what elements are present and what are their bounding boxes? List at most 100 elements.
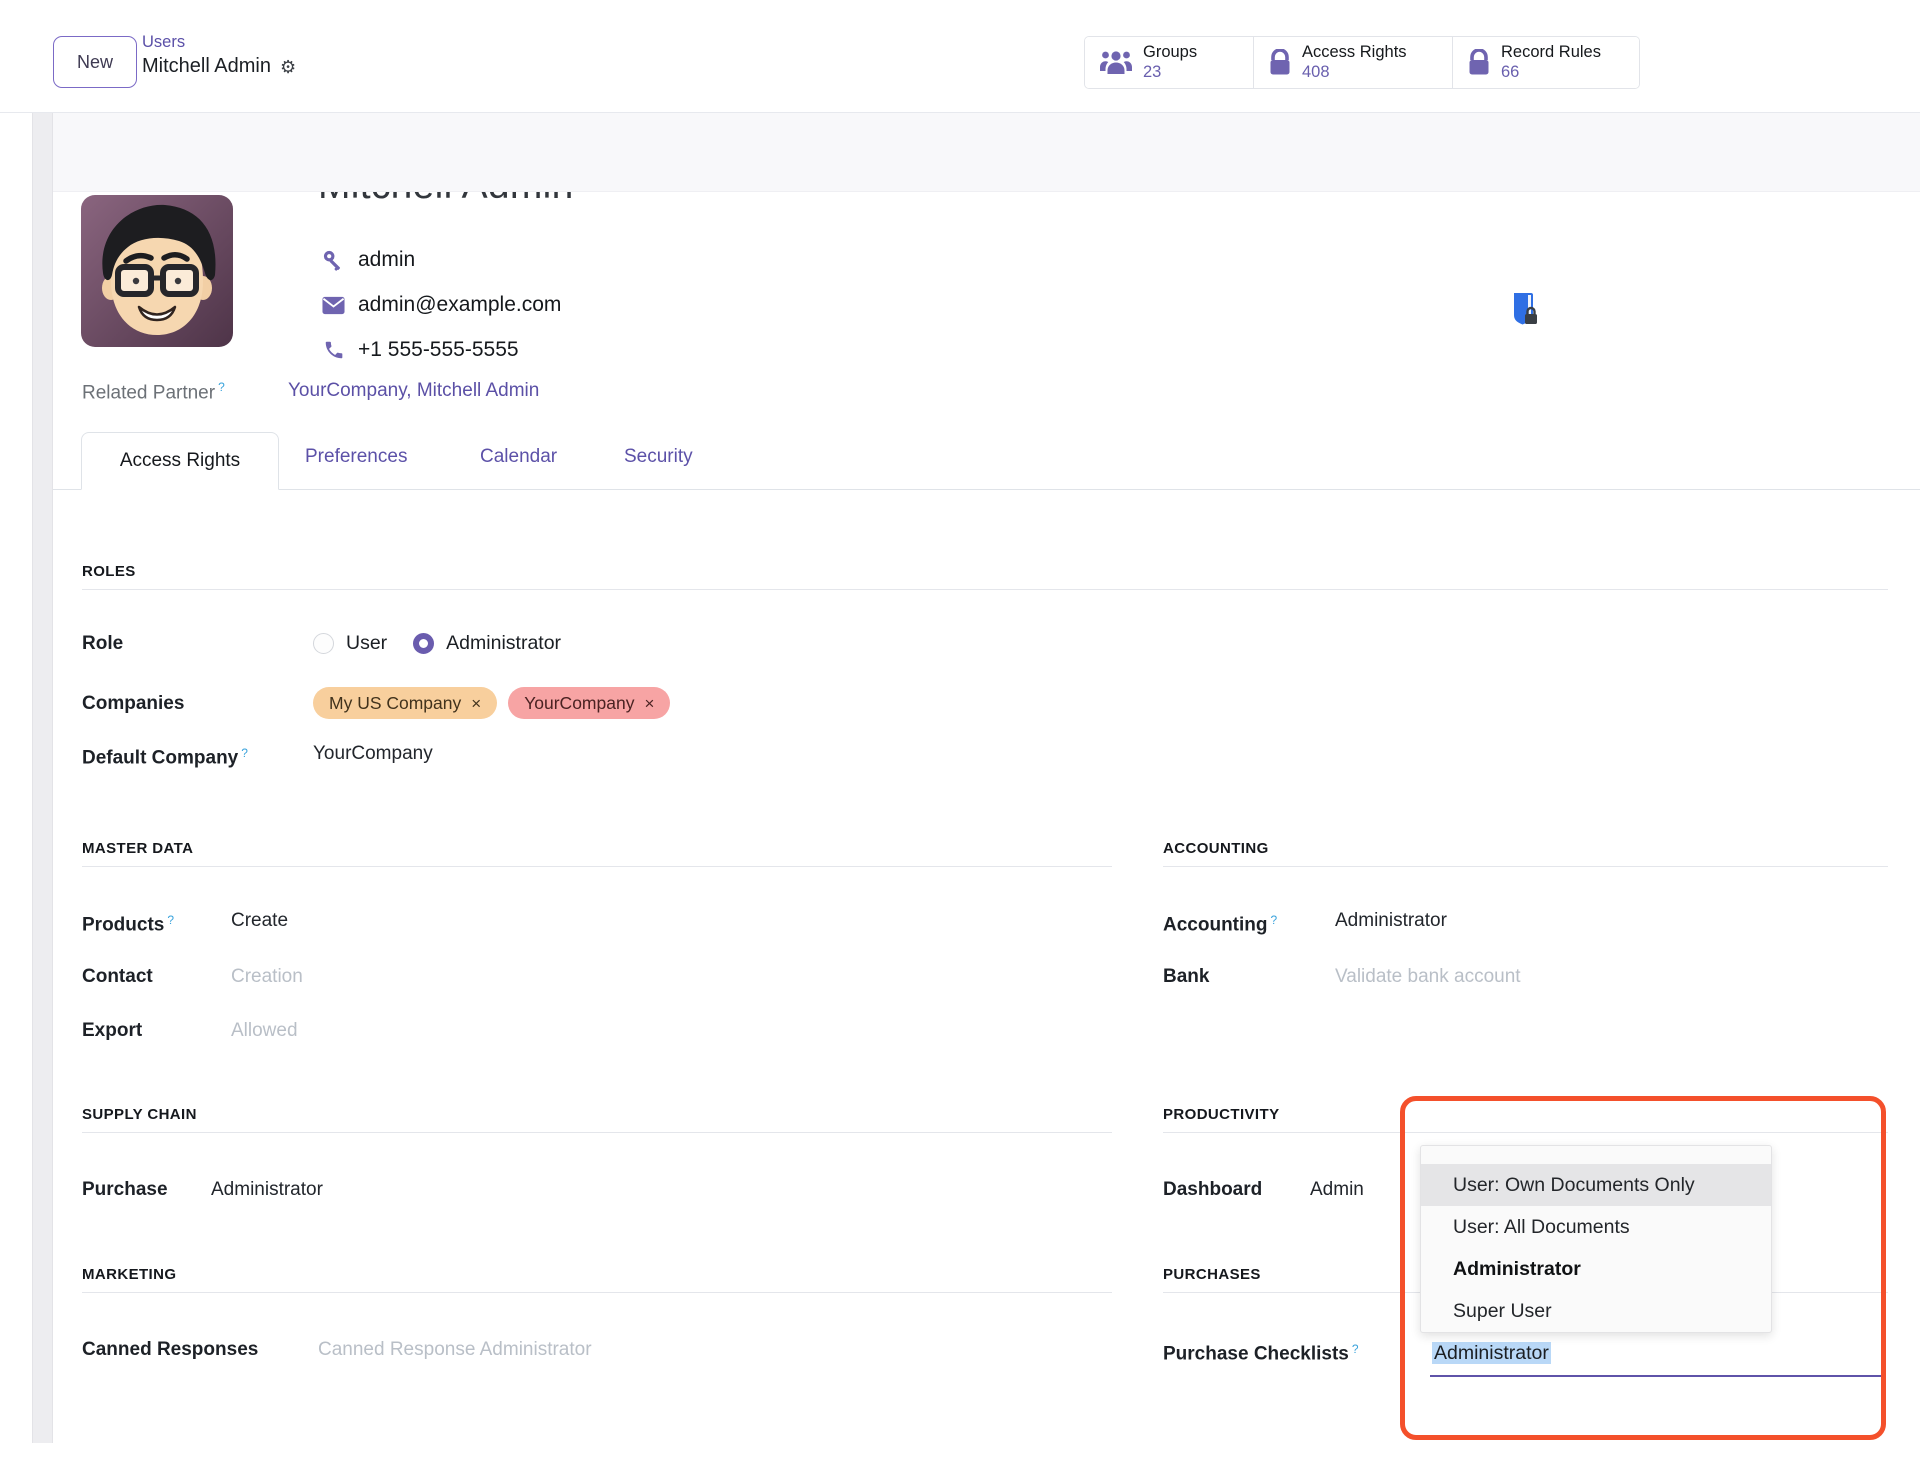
dropdown-item[interactable]: User: Own Documents Only [1421, 1164, 1771, 1206]
section-title-accounting: ACCOUNTING [1163, 840, 1269, 857]
help-icon: ? [167, 913, 174, 927]
default-company-value[interactable]: YourCompany [313, 740, 433, 767]
new-button[interactable]: New [53, 36, 137, 88]
section-divider [1163, 866, 1888, 867]
section-title-productivity: PRODUCTIVITY [1163, 1106, 1279, 1123]
email-row: admin@example.com [322, 291, 561, 319]
accounting-value[interactable]: Administrator [1335, 907, 1447, 934]
tab-calendar[interactable]: Calendar [480, 446, 557, 468]
section-title-marketing: MARKETING [82, 1266, 176, 1283]
bank-value[interactable]: Validate bank account [1335, 963, 1521, 990]
radio-administrator-label[interactable]: Administrator [446, 630, 561, 657]
lock-icon [1467, 49, 1491, 76]
stat-value: 408 [1302, 63, 1407, 82]
stat-buttons: Groups 23 Access Rights 408 Record Rul [1084, 36, 1640, 89]
dashboard-row: Dashboard Admin [1163, 1176, 1262, 1203]
phone-row: +1 555-555-5555 [322, 336, 519, 364]
stat-label: Groups [1143, 43, 1197, 62]
contact-row: Contact Creation [82, 963, 153, 990]
sheet-top-band [53, 113, 1920, 192]
products-label: Products [82, 914, 164, 935]
dropdown-item[interactable]: User: All Documents [1421, 1206, 1771, 1248]
section-divider [1163, 1132, 1888, 1133]
help-icon: ? [241, 746, 248, 760]
breadcrumb-record-title: Mitchell Admin [142, 55, 271, 78]
company-tag[interactable]: My US Company × [313, 687, 497, 719]
avatar[interactable] [81, 195, 233, 347]
section-title-master-data: MASTER DATA [82, 840, 193, 857]
tabs-divider [53, 489, 1920, 490]
stat-label: Record Rules [1501, 43, 1601, 62]
companies-row: Companies My US Company × YourCompany × [82, 690, 184, 717]
section-title-roles: ROLES [82, 563, 136, 580]
breadcrumb: Users Mitchell Admin ⚙ [142, 33, 296, 78]
control-panel: New Users Mitchell Admin ⚙ Groups 23 [0, 0, 1920, 113]
company-tag-name: YourCompany [524, 690, 634, 717]
tab-access-rights[interactable]: Access Rights [81, 432, 279, 490]
export-row: Export Allowed [82, 1017, 142, 1044]
radio-user[interactable] [313, 633, 334, 654]
login-value[interactable]: admin [358, 248, 415, 272]
scrollbar-track[interactable] [32, 113, 53, 1443]
dashboard-label: Dashboard [1163, 1179, 1262, 1200]
groups-stat-button[interactable]: Groups 23 [1085, 37, 1254, 88]
related-partner-link[interactable]: YourCompany, Mitchell Admin [288, 380, 539, 402]
tab-security[interactable]: Security [624, 446, 693, 468]
contact-label: Contact [82, 966, 153, 987]
products-value[interactable]: Create [231, 907, 288, 934]
contact-value[interactable]: Creation [231, 963, 303, 990]
dropdown-item[interactable]: Super User [1421, 1290, 1771, 1332]
canned-responses-value[interactable]: Canned Response Administrator [318, 1336, 592, 1363]
radio-administrator[interactable] [413, 633, 434, 654]
dropdown-empty-option[interactable] [1421, 1146, 1771, 1164]
input-focus-underline [1430, 1375, 1882, 1377]
purchase-label: Purchase [82, 1179, 168, 1200]
products-row: Products? Create [82, 907, 174, 934]
company-tag[interactable]: YourCompany × [508, 687, 670, 719]
stat-value: 66 [1501, 63, 1601, 82]
breadcrumb-users-link[interactable]: Users [142, 33, 296, 52]
lock-icon [1268, 49, 1292, 76]
radio-user-label[interactable]: User [346, 630, 387, 657]
export-label: Export [82, 1020, 142, 1041]
role-row: Role User Administrator [82, 630, 123, 657]
dashboard-value[interactable]: Admin [1310, 1176, 1364, 1203]
canned-responses-row: Canned Responses Canned Response Adminis… [82, 1336, 258, 1363]
record-rules-stat-button[interactable]: Record Rules 66 [1453, 37, 1639, 88]
envelope-icon [322, 296, 345, 315]
login-row: admin [322, 246, 415, 274]
purchase-checklists-label: Purchase Checklists [1163, 1343, 1349, 1364]
tab-preferences[interactable]: Preferences [305, 446, 407, 468]
purchase-checklists-dropdown: User: Own Documents Only User: All Docum… [1420, 1145, 1772, 1333]
companies-label: Companies [82, 693, 184, 714]
section-divider [82, 1132, 1112, 1133]
email-value[interactable]: admin@example.com [358, 293, 561, 317]
export-value[interactable]: Allowed [231, 1017, 298, 1044]
password-manager-shield-lock-icon[interactable] [1512, 292, 1540, 333]
stat-label: Access Rights [1302, 43, 1407, 62]
default-company-row: Default Company? YourCompany [82, 740, 248, 767]
purchase-checklists-row: Purchase Checklists? [1163, 1336, 1359, 1363]
accounting-row: Accounting? Administrator [1163, 907, 1277, 934]
phone-value[interactable]: +1 555-555-5555 [358, 338, 519, 362]
section-divider [82, 1292, 1112, 1293]
default-company-label: Default Company [82, 747, 238, 768]
company-tag-name: My US Company [329, 690, 461, 717]
dropdown-item[interactable]: Administrator [1421, 1248, 1771, 1290]
role-label: Role [82, 633, 123, 654]
purchase-checklists-input[interactable]: Administrator [1432, 1338, 1551, 1368]
stat-value: 23 [1143, 63, 1197, 82]
access-rights-stat-button[interactable]: Access Rights 408 [1254, 37, 1453, 88]
record-name: Mitchell Admin [318, 192, 958, 208]
purchase-row: Purchase Administrator [82, 1176, 168, 1203]
help-icon: ? [218, 380, 225, 394]
record-name-heading-clipped: Mitchell Admin [318, 192, 958, 208]
selected-text: Administrator [1432, 1342, 1551, 1364]
users-form-view: New Users Mitchell Admin ⚙ Groups 23 [0, 0, 1920, 1463]
remove-tag-icon[interactable]: × [471, 690, 481, 717]
remove-tag-icon[interactable]: × [644, 690, 654, 717]
bank-row: Bank Validate bank account [1163, 963, 1209, 990]
purchase-value[interactable]: Administrator [211, 1176, 323, 1203]
gear-icon[interactable]: ⚙ [280, 58, 296, 76]
related-partner-label: Related Partner [82, 382, 215, 403]
